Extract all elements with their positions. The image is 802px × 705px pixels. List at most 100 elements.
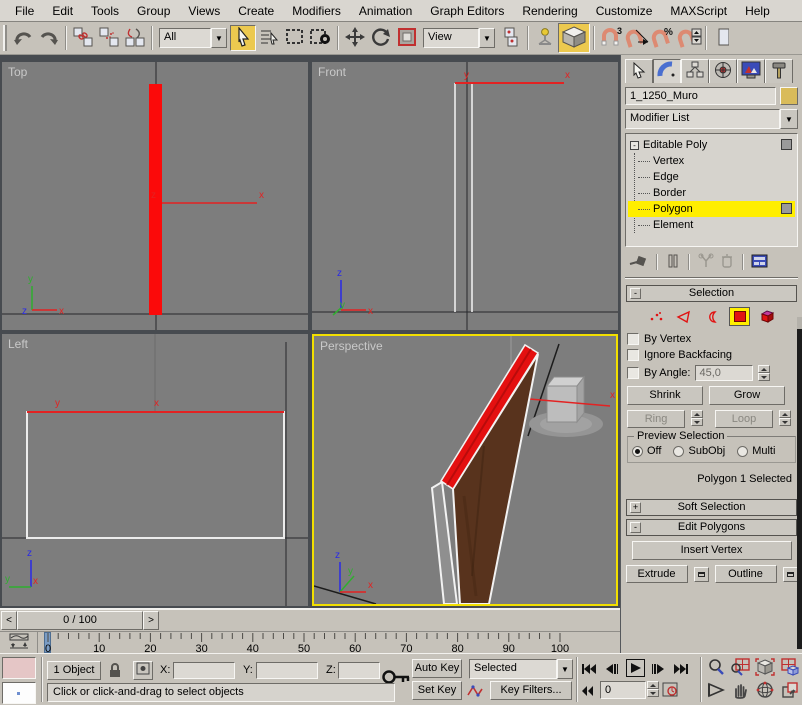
menu-group[interactable]: Group (128, 2, 179, 20)
viewport-perspective[interactable]: Perspective (312, 334, 618, 606)
menu-modifiers[interactable]: Modifiers (283, 2, 350, 20)
viewport-perspective-label[interactable]: Perspective (320, 339, 383, 353)
shrink-button[interactable]: Shrink (627, 386, 703, 405)
polygon-level-icon-active[interactable] (729, 307, 750, 326)
wireframe-color-swatch[interactable] (780, 87, 798, 105)
absolute-offset-toggle[interactable] (133, 661, 153, 680)
dropdown-arrow-icon[interactable]: ▼ (211, 28, 227, 48)
by-angle-spinner[interactable] (758, 365, 770, 381)
viewport-front-canvas[interactable]: y x z y x (312, 62, 618, 330)
collapse-icon[interactable]: - (630, 522, 641, 533)
time-configuration-button[interactable] (661, 682, 679, 699)
zoom-extents-all-button[interactable] (779, 658, 801, 678)
viewport-top-label[interactable]: Top (8, 65, 27, 79)
menu-help[interactable]: Help (736, 2, 779, 20)
preview-multi-radio[interactable] (737, 446, 748, 457)
stack-row-polygon-selected[interactable]: Polygon (628, 201, 795, 217)
toolbar-grip[interactable] (3, 25, 7, 51)
zoom-button[interactable] (705, 658, 727, 678)
stack-row-edge[interactable]: Edge (628, 169, 795, 185)
selection-filter-combo[interactable]: All ▼ (159, 28, 227, 48)
menu-views[interactable]: Views (179, 2, 229, 20)
show-end-result-button[interactable] (665, 253, 681, 272)
viewport-front[interactable]: Front y x z (312, 62, 618, 330)
frame-spinner[interactable] (647, 681, 659, 697)
preview-off-radio[interactable] (632, 446, 643, 457)
set-key-button[interactable]: Set Key (412, 681, 462, 700)
remove-modifier-button[interactable] (719, 253, 735, 272)
stack-onoff-icon[interactable] (781, 203, 792, 214)
angle-snap-toggle-button[interactable] (624, 25, 650, 51)
named-selection-sets-button[interactable] (710, 25, 736, 51)
dropdown-arrow-icon[interactable]: ▼ (557, 659, 573, 679)
command-panel-scrollbar[interactable] (797, 317, 802, 649)
configure-modifier-sets-button[interactable] (751, 253, 769, 272)
previous-frame-button[interactable] (603, 660, 621, 677)
select-by-name-button[interactable] (256, 25, 282, 51)
viewport-perspective-canvas[interactable]: x z (314, 336, 616, 604)
viewport-top[interactable]: Top z x y x (2, 62, 308, 330)
window-crossing-toggle-button[interactable] (308, 25, 334, 51)
loop-button[interactable]: Loop (715, 410, 773, 428)
menu-customize[interactable]: Customize (587, 2, 662, 20)
expand-icon[interactable]: + (630, 502, 641, 513)
swatch-white[interactable] (2, 682, 36, 704)
unlink-selection-button[interactable] (96, 25, 122, 51)
redo-button[interactable] (36, 25, 62, 51)
ring-button[interactable]: Ring (627, 410, 685, 428)
play-button[interactable] (626, 659, 645, 677)
rollout-selection-header[interactable]: - Selection (626, 285, 797, 302)
loop-spinner[interactable] (779, 410, 791, 428)
tab-modify[interactable] (653, 59, 681, 83)
make-unique-button[interactable] (697, 253, 715, 272)
y-coord-field[interactable] (256, 662, 318, 679)
ignore-backfacing-checkbox[interactable] (627, 349, 639, 361)
menu-edit[interactable]: Edit (43, 2, 82, 20)
open-mini-curve-editor-button[interactable] (0, 632, 38, 653)
stack-row-editable-poly[interactable]: - Editable Poly (628, 137, 795, 153)
go-to-end-button[interactable] (672, 660, 690, 677)
zoom-extents-button[interactable] (754, 658, 776, 678)
stack-onoff-icon[interactable] (781, 139, 792, 150)
menu-animation[interactable]: Animation (350, 2, 421, 20)
viewport-front-label[interactable]: Front (318, 65, 346, 79)
time-slider-next-arrow[interactable]: > (143, 611, 159, 630)
snaps-cube-toggle-button[interactable] (558, 23, 590, 53)
current-frame-field[interactable]: 0 (600, 681, 646, 699)
snaps-toggle-button[interactable]: 3 (598, 25, 624, 51)
menu-create[interactable]: Create (229, 2, 283, 20)
vertex-level-icon[interactable] (645, 307, 666, 326)
track-bar-ruler[interactable]: 0102030405060708090100 (38, 632, 620, 653)
tab-motion[interactable] (709, 59, 737, 83)
stack-row-border[interactable]: Border (628, 185, 795, 201)
collapse-box-icon[interactable]: - (630, 141, 639, 150)
field-of-view-button[interactable] (705, 681, 727, 701)
stack-row-vertex[interactable]: Vertex (628, 153, 795, 169)
menu-rendering[interactable]: Rendering (513, 2, 586, 20)
x-coord-field[interactable] (173, 662, 235, 679)
menu-file[interactable]: File (6, 2, 43, 20)
tab-display[interactable] (737, 59, 765, 83)
viewport-left-canvas[interactable]: y x z y x (2, 334, 308, 606)
extrude-settings-button[interactable] (694, 567, 709, 582)
select-and-link-button[interactable] (70, 25, 96, 51)
stack-row-element[interactable]: Element (628, 217, 795, 233)
arc-rotate-button[interactable] (754, 681, 776, 701)
selection-lock-toggle[interactable] (107, 662, 123, 682)
percent-snap-toggle-button[interactable]: % (650, 25, 676, 51)
viewport-left[interactable]: Left y x z (2, 334, 308, 606)
swatch-pink[interactable] (2, 657, 36, 679)
extrude-button[interactable]: Extrude (626, 565, 688, 583)
tab-create[interactable] (625, 59, 653, 83)
grow-button[interactable]: Grow (709, 386, 785, 405)
reference-coordinate-combo[interactable]: View ▼ (423, 28, 495, 48)
auto-key-button[interactable]: Auto Key (412, 659, 462, 678)
select-object-button[interactable] (230, 25, 256, 51)
time-slider-handle[interactable]: 0 / 100 (17, 611, 143, 630)
pin-stack-button[interactable] (629, 253, 649, 272)
maximize-viewport-toggle-button[interactable] (779, 681, 801, 701)
border-level-icon[interactable] (701, 307, 722, 326)
by-angle-field[interactable]: 45,0 (695, 365, 753, 381)
tab-utilities[interactable] (765, 59, 793, 83)
bind-to-space-warp-button[interactable] (122, 25, 148, 51)
